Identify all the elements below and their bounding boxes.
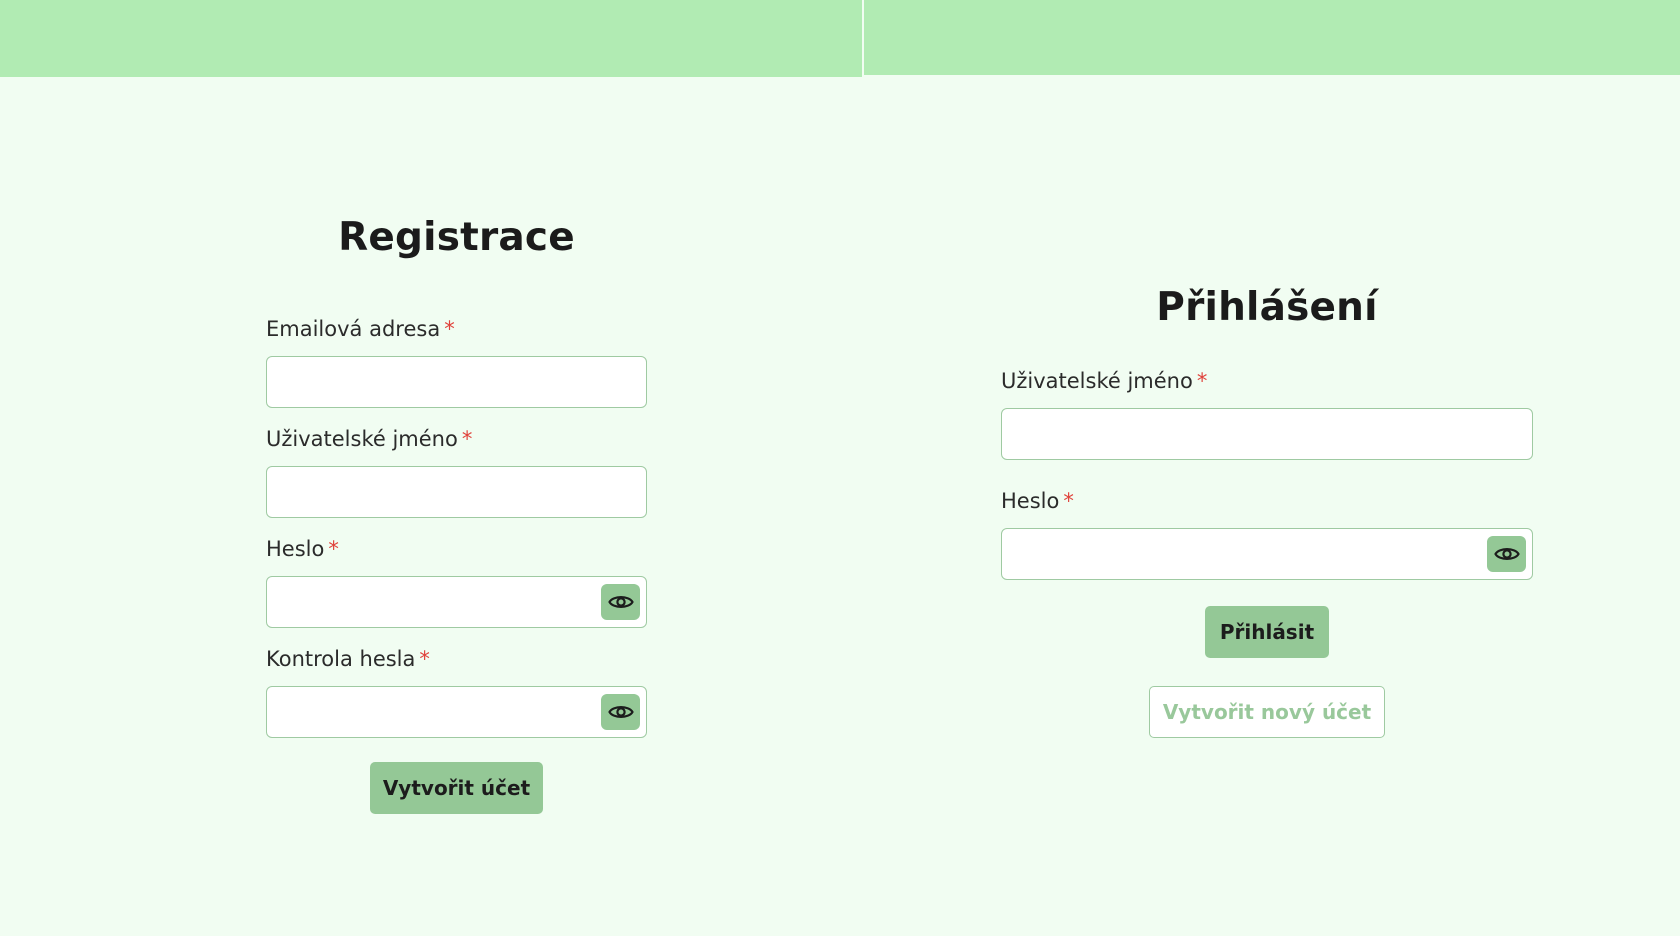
registration-form: Registrace Emailová adresa * Uživatelské …	[266, 210, 647, 814]
email-field[interactable]	[267, 357, 646, 407]
username-field-wrapper	[266, 466, 647, 518]
login-button[interactable]: Přihlásit	[1205, 606, 1329, 658]
login-username-label-text: Uživatelské jméno	[1001, 369, 1193, 393]
required-mark: *	[328, 537, 339, 561]
password-confirm-label: Kontrola hesla *	[266, 644, 647, 674]
header-bar-right	[864, 0, 1680, 75]
registration-title: Registrace	[338, 215, 575, 260]
header-bar-left	[0, 0, 862, 77]
password-confirm-label-text: Kontrola hesla	[266, 647, 416, 671]
create-account-button[interactable]: Vytvořit účet	[370, 762, 543, 814]
login-username-label: Uživatelské jméno *	[1001, 366, 1533, 396]
username-label: Uživatelské jméno *	[266, 424, 647, 454]
login-username-field-wrapper	[1001, 408, 1533, 460]
login-username-field[interactable]	[1002, 409, 1532, 459]
create-new-account-button[interactable]: Vytvořit nový účet	[1149, 686, 1385, 738]
login-password-field[interactable]	[1002, 529, 1532, 579]
login-password-field-wrapper	[1001, 528, 1533, 580]
required-mark: *	[444, 317, 455, 341]
toggle-password-confirm-visibility-button[interactable]	[601, 694, 640, 730]
login-title: Přihlášení	[1156, 285, 1378, 330]
email-field-wrapper	[266, 356, 647, 408]
login-form: Přihlášení Uživatelské jméno * Heslo * Při…	[1001, 280, 1533, 738]
register-password-field[interactable]	[267, 577, 646, 627]
password-field-wrapper	[266, 576, 647, 628]
password-label-text: Heslo	[266, 537, 325, 561]
register-username-field[interactable]	[267, 467, 646, 517]
required-mark: *	[1196, 369, 1208, 393]
password-confirm-field[interactable]	[267, 687, 646, 737]
username-label-text: Uživatelské jméno	[266, 427, 458, 451]
login-password-label-text: Heslo	[1001, 489, 1060, 513]
eye-icon	[1493, 548, 1520, 560]
eye-icon	[607, 706, 634, 718]
required-mark: *	[461, 427, 473, 451]
password-label: Heslo *	[266, 534, 647, 564]
email-label-text: Emailová adresa	[266, 317, 441, 341]
login-password-label: Heslo *	[1001, 486, 1533, 516]
required-mark: *	[1063, 489, 1074, 513]
password-confirm-field-wrapper	[266, 686, 647, 738]
toggle-password-visibility-button[interactable]	[601, 584, 640, 620]
toggle-login-password-visibility-button[interactable]	[1487, 536, 1526, 572]
eye-icon	[607, 596, 634, 608]
required-mark: *	[419, 647, 430, 671]
email-label: Emailová adresa *	[266, 314, 647, 344]
